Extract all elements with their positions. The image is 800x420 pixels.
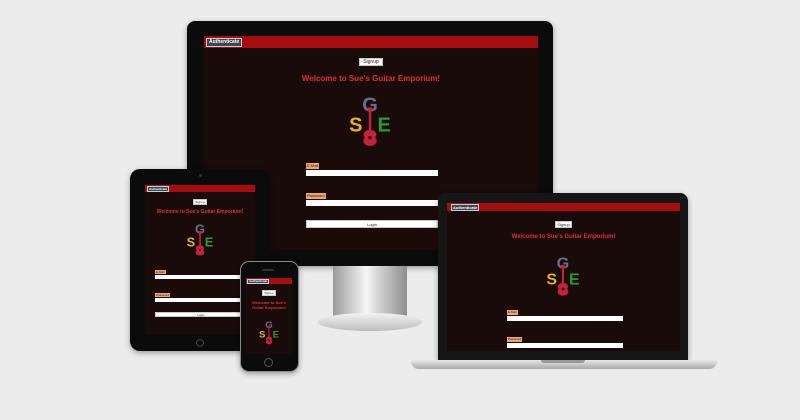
authenticate-button[interactable]: Authenticate <box>247 279 270 284</box>
password-label: Password <box>507 337 523 342</box>
top-bar: Authenticate <box>447 203 680 211</box>
top-bar: Authenticate <box>246 278 292 284</box>
password-field[interactable] <box>155 298 247 302</box>
laptop-notch <box>541 360 585 363</box>
authenticate-button[interactable]: Authenticate <box>206 38 243 47</box>
top-bar: Authenticate <box>145 185 255 192</box>
monitor-stand <box>333 266 407 318</box>
email-field[interactable] <box>507 316 623 321</box>
email-label: E-Mail <box>507 310 518 315</box>
signup-button[interactable]: Signup <box>359 58 383 66</box>
email-label: E-Mail <box>155 270 166 274</box>
signup-button[interactable]: Signup <box>193 199 207 205</box>
guitar-logo <box>257 316 281 348</box>
phone-home-button[interactable] <box>264 358 273 367</box>
guitar-logo <box>543 249 583 301</box>
tablet-home-button[interactable] <box>196 339 204 347</box>
login-button[interactable]: Login <box>155 312 247 317</box>
welcome-heading: Welcome to Sue's Guitar Emporium! <box>301 74 441 83</box>
password-field[interactable] <box>306 200 438 206</box>
email-field[interactable] <box>306 170 438 176</box>
login-button[interactable]: Login <box>306 220 438 228</box>
password-field[interactable] <box>507 343 623 348</box>
welcome-heading: Welcome to Sue's Guitar Emporium! <box>246 300 292 310</box>
email-field[interactable] <box>155 275 247 279</box>
phone-screen: Authenticate Signup Welcome to Sue's Gui… <box>246 278 292 354</box>
welcome-heading: Welcome to Sue's Guitar Emporium! <box>156 209 244 215</box>
welcome-heading: Welcome to Sue's Guitar Emporium! <box>511 234 616 240</box>
tablet-screen: Authenticate Signup Welcome to Sue's Gui… <box>145 185 255 335</box>
password-label: Password <box>155 293 171 297</box>
monitor-stand-base <box>318 313 422 331</box>
phone-speaker <box>262 269 274 271</box>
guitar-logo <box>184 221 216 257</box>
laptop-screen: Authenticate Signup Welcome to Sue's Gui… <box>447 203 680 351</box>
top-bar: Authenticate <box>204 36 538 48</box>
authenticate-button[interactable]: Authenticate <box>451 204 480 211</box>
welcome-line-2: Guitar Emporium! <box>251 305 286 310</box>
signup-button[interactable]: Signup <box>555 221 572 228</box>
tablet-camera <box>199 174 202 177</box>
guitar-logo <box>345 92 395 148</box>
signup-button[interactable]: Signup <box>262 290 276 296</box>
email-label: E-Mail <box>306 163 320 169</box>
password-label: Password <box>306 193 326 199</box>
authenticate-button[interactable]: Authenticate <box>147 186 170 192</box>
